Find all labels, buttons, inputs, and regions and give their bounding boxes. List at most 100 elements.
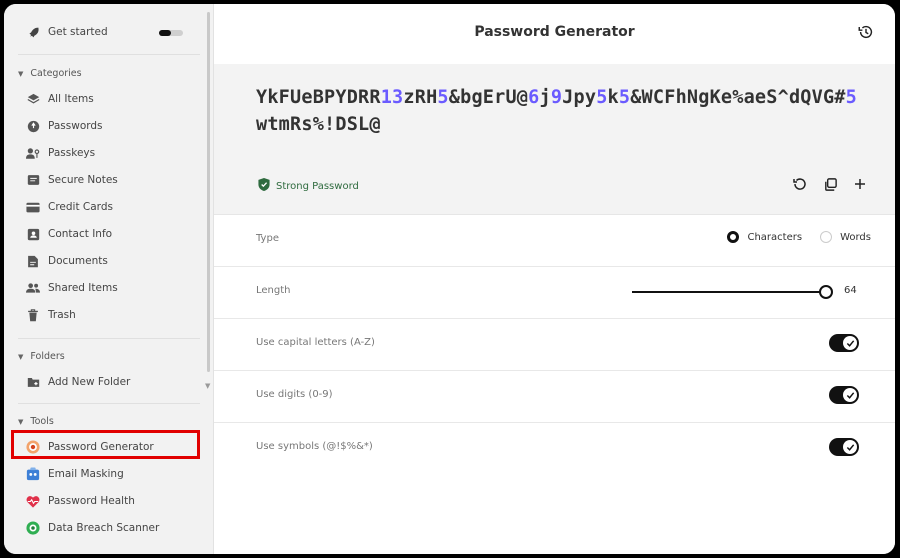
sidebar-item-passkeys[interactable]: Passkeys bbox=[26, 142, 95, 164]
length-slider-track[interactable] bbox=[632, 291, 826, 293]
add-icon[interactable] bbox=[851, 175, 869, 193]
sidebar-item-passwords[interactable]: Passwords bbox=[26, 115, 103, 137]
folders-header[interactable]: ▼ Folders bbox=[18, 351, 65, 362]
note-icon bbox=[26, 173, 40, 187]
digits-row: Use digits (0-9) bbox=[214, 370, 895, 423]
sidebar-scrollbar[interactable] bbox=[207, 12, 210, 372]
tools-header[interactable]: ▼ Tools bbox=[18, 416, 54, 427]
password-panel: YkFUeBPYDRR13zRH5&bgErU@6j9Jpy5k5&WCFhNg… bbox=[214, 64, 895, 215]
collapse-triangle-icon: ▼ bbox=[18, 69, 24, 78]
trash-icon bbox=[26, 308, 40, 322]
symbols-row: Use symbols (@!$%&*) bbox=[214, 422, 895, 474]
radio-words-label[interactable]: Words bbox=[840, 232, 871, 243]
sidebar-item-label: Credit Cards bbox=[48, 201, 113, 213]
radio-words[interactable] bbox=[820, 231, 833, 243]
sidebar-item-label: Get started bbox=[48, 26, 108, 38]
users-icon bbox=[26, 281, 40, 295]
radio-characters[interactable] bbox=[727, 231, 740, 243]
sidebar-item-all-items[interactable]: All Items bbox=[26, 88, 94, 110]
password-segment: YkFUeBPYDRR bbox=[256, 87, 381, 108]
add-new-folder-button[interactable]: Add New Folder bbox=[26, 371, 130, 393]
length-label: Length bbox=[256, 285, 291, 296]
password-segment: &WCFhNgKe%aeS^dQVG# bbox=[630, 87, 846, 108]
rocket-icon bbox=[26, 25, 40, 39]
scanner-icon bbox=[26, 521, 40, 535]
digits-label: Use digits (0-9) bbox=[256, 389, 333, 400]
sidebar-item-trash[interactable]: Trash bbox=[26, 304, 76, 326]
password-segment: k bbox=[607, 87, 619, 108]
header: Password Generator bbox=[214, 4, 895, 64]
sidebar-item-secure-notes[interactable]: Secure Notes bbox=[26, 169, 118, 191]
sidebar-item-label: Secure Notes bbox=[48, 174, 118, 186]
password-digit-segment: 5 bbox=[437, 87, 449, 108]
length-slider-handle[interactable] bbox=[819, 285, 833, 299]
sidebar-item-label: Data Breach Scanner bbox=[48, 522, 160, 534]
password-digit-segment: 5 bbox=[845, 87, 857, 108]
collapse-triangle-icon: ▼ bbox=[18, 417, 24, 426]
contact-icon bbox=[26, 227, 40, 241]
scroll-down-arrow-icon[interactable]: ▼ bbox=[205, 382, 210, 390]
password-segment: zRH bbox=[403, 87, 438, 108]
strength-indicator: Strong Password bbox=[258, 178, 359, 194]
sidebar-item-email-masking[interactable]: Email Masking bbox=[26, 463, 124, 485]
symbols-toggle[interactable] bbox=[829, 438, 859, 456]
selection-highlight-box bbox=[11, 430, 200, 459]
sidebar-item-password-health[interactable]: Password Health bbox=[26, 490, 135, 512]
sidebar-item-label: All Items bbox=[48, 93, 94, 105]
get-started-progress bbox=[159, 30, 183, 36]
password-digit-segment: 9 bbox=[550, 87, 563, 108]
app-window: ▼ Get started ▼ Categories All Items Pass… bbox=[4, 4, 895, 554]
generated-password[interactable]: YkFUeBPYDRR13zRH5&bgErU@6j9Jpy5k5&WCFhNg… bbox=[256, 84, 866, 138]
passkey-icon bbox=[26, 146, 40, 160]
divider bbox=[18, 338, 200, 339]
length-row: Length 64 bbox=[214, 266, 895, 319]
sidebar-item-data-breach-scanner[interactable]: Data Breach Scanner bbox=[26, 517, 159, 539]
history-icon[interactable] bbox=[857, 23, 877, 43]
capital-letters-toggle[interactable] bbox=[829, 334, 859, 352]
sidebar-item-label: Add New Folder bbox=[48, 376, 131, 388]
divider bbox=[18, 403, 200, 404]
strength-label: Strong Password bbox=[276, 180, 359, 192]
sidebar-item-shared-items[interactable]: Shared Items bbox=[26, 277, 118, 299]
password-segment: wtmRs%!DSL@ bbox=[256, 114, 381, 135]
sidebar: ▼ Get started ▼ Categories All Items Pass… bbox=[4, 4, 214, 554]
radio-characters-label[interactable]: Characters bbox=[747, 232, 802, 243]
credit-card-icon bbox=[26, 200, 40, 214]
password-segment: &bgErU@ bbox=[448, 87, 529, 108]
regenerate-icon[interactable] bbox=[791, 175, 809, 193]
email-masking-icon bbox=[26, 467, 40, 481]
sidebar-item-credit-cards[interactable]: Credit Cards bbox=[26, 196, 113, 218]
sidebar-item-label: Passkeys bbox=[48, 147, 96, 159]
symbols-label: Use symbols (@!$%&*) bbox=[256, 441, 373, 452]
sidebar-item-label: Contact Info bbox=[48, 228, 113, 240]
divider bbox=[18, 54, 200, 55]
sidebar-item-documents[interactable]: Documents bbox=[26, 250, 108, 272]
sidebar-item-get-started[interactable]: Get started bbox=[26, 21, 108, 43]
password-digit-segment: 6 bbox=[528, 87, 540, 108]
type-label: Type bbox=[256, 233, 279, 244]
password-segment: Jpy bbox=[562, 87, 597, 108]
digits-toggle[interactable] bbox=[829, 386, 859, 404]
document-icon bbox=[26, 254, 40, 268]
length-value: 64 bbox=[844, 285, 857, 296]
key-circle-icon bbox=[26, 119, 40, 133]
copy-icon[interactable] bbox=[821, 175, 839, 193]
sidebar-item-label: Shared Items bbox=[48, 282, 118, 294]
type-row: Type Characters Words bbox=[214, 214, 895, 267]
sidebar-item-label: Documents bbox=[48, 255, 108, 267]
folder-plus-icon bbox=[26, 375, 40, 389]
collapse-triangle-icon: ▼ bbox=[18, 352, 24, 361]
main-panel: Password Generator YkFUeBPYDRR13zRH5&bgE… bbox=[214, 4, 895, 554]
password-segment: j bbox=[539, 87, 551, 108]
sidebar-item-label: Password Health bbox=[48, 495, 135, 507]
sidebar-item-label: Email Masking bbox=[48, 468, 124, 480]
password-digit-segment: 13 bbox=[380, 87, 404, 108]
heart-pulse-icon bbox=[26, 494, 40, 508]
categories-header[interactable]: ▼ Categories bbox=[18, 68, 82, 79]
sidebar-item-contact-info[interactable]: Contact Info bbox=[26, 223, 112, 245]
page-title: Password Generator bbox=[474, 24, 635, 40]
sidebar-item-label: Passwords bbox=[48, 120, 103, 132]
password-digit-segment: 5 bbox=[596, 87, 608, 108]
password-digit-segment: 5 bbox=[618, 87, 631, 108]
sidebar-item-label: Trash bbox=[48, 309, 76, 321]
